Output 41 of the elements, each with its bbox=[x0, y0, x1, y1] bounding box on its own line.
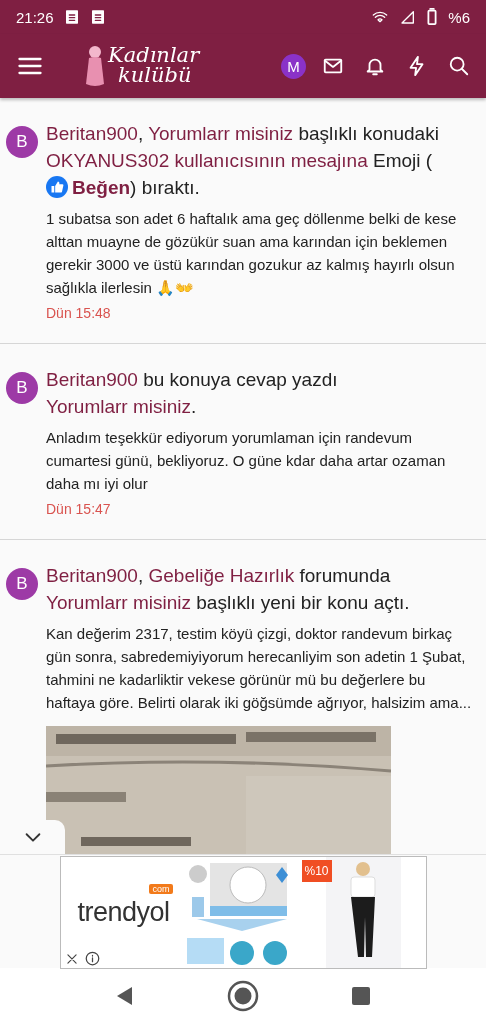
notification-text: Beritan900, Gebeliğe Hazırlık forumunda Yorumlarr misiniz başlıklı yeni bir konu açtı. bbox=[46, 564, 411, 615]
user-avatar[interactable]: B bbox=[6, 126, 38, 158]
document-icon bbox=[89, 9, 106, 25]
battery-icon bbox=[426, 8, 439, 26]
notification-text: Beritan900, Yorumlarr misiniz başlıklı konudaki OKYANUS302 kullanıcısının mesajına Emoji ( Beğen) bıraktı. bbox=[46, 122, 440, 200]
message-excerpt: Anladım teşekkür ediyorum yorumlaman için randevum cumartesi günü, bekliyoruz. O güne kdar daha artar ozaman daha mı iyi olur bbox=[46, 428, 447, 494]
thumbs-up-icon bbox=[46, 176, 68, 198]
account-avatar[interactable]: M bbox=[281, 53, 306, 79]
logo-figure-icon bbox=[84, 44, 106, 88]
brand-logo: trendyol bbox=[77, 897, 170, 928]
user-avatar[interactable]: B bbox=[6, 568, 38, 600]
timestamp: Dün 15:48 bbox=[46, 305, 112, 321]
link[interactable]: Yorumlarr misiniz bbox=[148, 123, 294, 144]
timestamp: Dün 15:47 bbox=[46, 501, 112, 517]
link[interactable]: Beritan900 bbox=[46, 123, 138, 144]
close-icon bbox=[64, 951, 79, 966]
link[interactable]: Yorumlarr misiniz bbox=[46, 396, 191, 417]
signal-icon bbox=[400, 9, 417, 25]
info-icon bbox=[84, 951, 100, 966]
clock: 21:26 bbox=[16, 8, 54, 26]
search-icon bbox=[448, 55, 470, 77]
document-icon bbox=[63, 9, 80, 25]
user-avatar[interactable]: B bbox=[6, 372, 38, 404]
recents-icon bbox=[351, 987, 370, 1005]
battery-level: %6 bbox=[448, 8, 470, 26]
brand-suffix: com bbox=[149, 884, 173, 894]
link[interactable]: Beritan900 bbox=[46, 369, 138, 390]
message-excerpt: Kan değerim 2317, testim köyü çizgi, doktor randevum birkaç gün sonra, sabredemiyiyorum herecanliyim son adetin 1 Şubat, tahmini ne kadarliktir vekese görünür mü bu değerlere bu haftaya göre. Belirti olarak iki göğsümde ağrıyor, halsizim ama... bbox=[46, 624, 473, 713]
link[interactable]: OKYANUS302 kullanıcısının mesajına bbox=[46, 150, 368, 171]
close-ad-button[interactable] bbox=[64, 951, 79, 966]
discount-badge: %10 bbox=[301, 860, 332, 882]
back-icon bbox=[116, 986, 135, 1006]
home-icon bbox=[227, 980, 259, 1012]
link[interactable]: Beritan900 bbox=[46, 565, 138, 586]
advertisement[interactable]: com trendyol %10 bbox=[59, 856, 427, 969]
notification-text: Beritan900 bu konuya cevap yazdı Yorumlarr misiniz. bbox=[46, 368, 339, 419]
ad-info-button[interactable] bbox=[84, 951, 100, 966]
logo[interactable]: Kadınlar kulübü bbox=[108, 46, 200, 86]
link[interactable]: Gebeliğe Hazırlık bbox=[148, 565, 295, 586]
link[interactable]: Yorumlarr misiniz bbox=[46, 592, 191, 613]
message-excerpt: 1 subatsa son adet 6 haftalık ama geç döllenme belki de kese alttan muayne de gözükür suan ama karından için beklemen gerekir 3000 ve üstü karından gozukur az kalmış hayırlı olsun sağlıkla ilerlesin 🙏👐 bbox=[46, 209, 458, 298]
